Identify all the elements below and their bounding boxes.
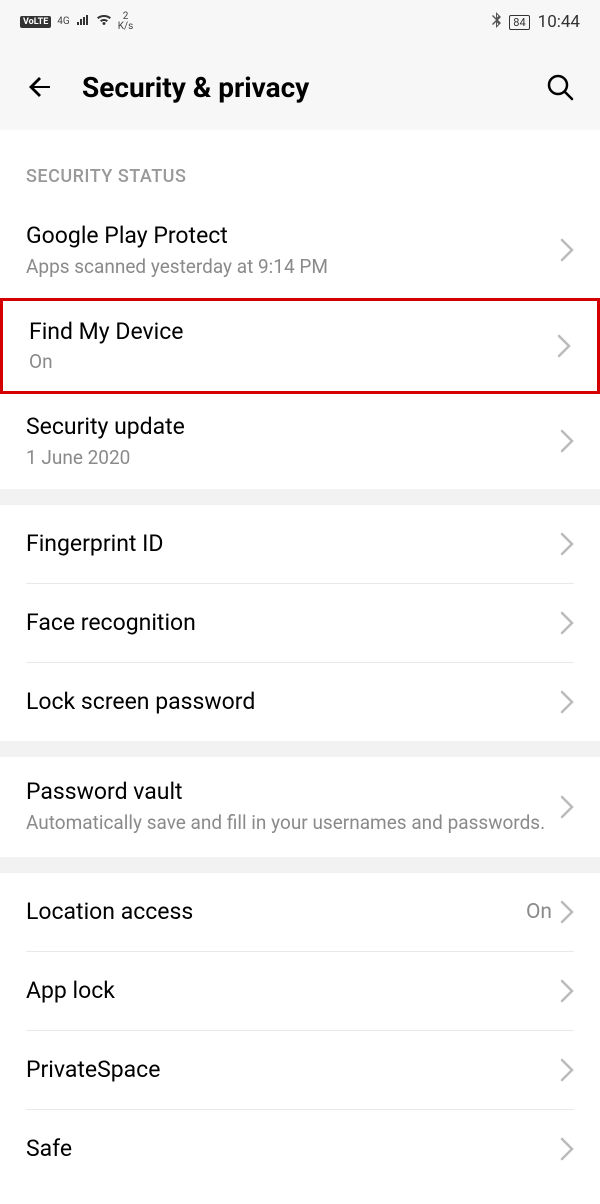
status-bar: VoLTE 4G 2 K/s 84 10:44: [0, 0, 600, 44]
network-indicator: 4G: [57, 17, 69, 27]
item-location-access[interactable]: Location access On: [0, 873, 600, 951]
chevron-right-icon: [560, 238, 574, 262]
item-title: Security update: [26, 412, 560, 442]
app-header: Security & privacy: [0, 44, 600, 130]
item-private-space[interactable]: PrivateSpace: [0, 1031, 600, 1109]
chevron-right-icon: [560, 611, 574, 635]
item-subtitle: On: [29, 350, 557, 375]
item-subtitle: 1 June 2020: [26, 446, 560, 471]
item-google-play-protect[interactable]: Google Play Protect Apps scanned yesterd…: [0, 203, 600, 298]
item-title: App lock: [26, 976, 560, 1006]
status-right: 84 10:44: [491, 12, 580, 32]
item-lock-screen-password[interactable]: Lock screen password: [0, 663, 600, 741]
item-password-vault[interactable]: Password vault Automatically save and fi…: [0, 757, 600, 857]
item-title: Lock screen password: [26, 687, 560, 717]
item-subtitle: Automatically save and fill in your user…: [26, 811, 560, 836]
item-fingerprint-id[interactable]: Fingerprint ID: [0, 505, 600, 583]
item-face-recognition[interactable]: Face recognition: [0, 584, 600, 662]
search-button[interactable]: [544, 71, 576, 103]
item-title: PrivateSpace: [26, 1055, 560, 1085]
chevron-right-icon: [560, 690, 574, 714]
section-gap: [0, 489, 600, 505]
volte-badge: VoLTE: [20, 16, 51, 28]
chevron-right-icon: [560, 795, 574, 819]
item-subtitle: Apps scanned yesterday at 9:14 PM: [26, 255, 560, 280]
section-gap: [0, 857, 600, 873]
clock: 10:44: [538, 12, 580, 32]
page-title: Security & privacy: [82, 71, 518, 104]
chevron-right-icon: [560, 979, 574, 1003]
chevron-right-icon: [560, 429, 574, 453]
status-left: VoLTE 4G 2 K/s: [20, 12, 133, 32]
section-header-security-status: SECURITY STATUS: [0, 130, 600, 203]
data-speed: 2 K/s: [118, 12, 134, 32]
chevron-right-icon: [560, 1137, 574, 1161]
item-title: Face recognition: [26, 608, 560, 638]
chevron-right-icon: [557, 334, 571, 358]
item-safe[interactable]: Safe: [0, 1110, 600, 1188]
item-app-lock[interactable]: App lock: [0, 952, 600, 1030]
item-find-my-device[interactable]: Find My Device On: [0, 298, 600, 395]
chevron-right-icon: [560, 900, 574, 924]
item-security-update[interactable]: Security update 1 June 2020: [0, 394, 600, 489]
chevron-right-icon: [560, 532, 574, 556]
battery-indicator: 84: [509, 15, 529, 30]
item-title: Location access: [26, 897, 526, 927]
item-title: Google Play Protect: [26, 221, 560, 251]
signal-icon: [76, 14, 90, 30]
item-title: Fingerprint ID: [26, 529, 560, 559]
wifi-icon: [96, 14, 112, 30]
content-area: SECURITY STATUS Google Play Protect Apps…: [0, 130, 600, 1188]
item-title: Safe: [26, 1134, 560, 1164]
section-gap: [0, 741, 600, 757]
item-title: Password vault: [26, 777, 560, 807]
bluetooth-icon: [491, 12, 501, 32]
item-value: On: [526, 900, 552, 924]
back-button[interactable]: [24, 71, 56, 103]
item-title: Find My Device: [29, 317, 557, 347]
chevron-right-icon: [560, 1058, 574, 1082]
